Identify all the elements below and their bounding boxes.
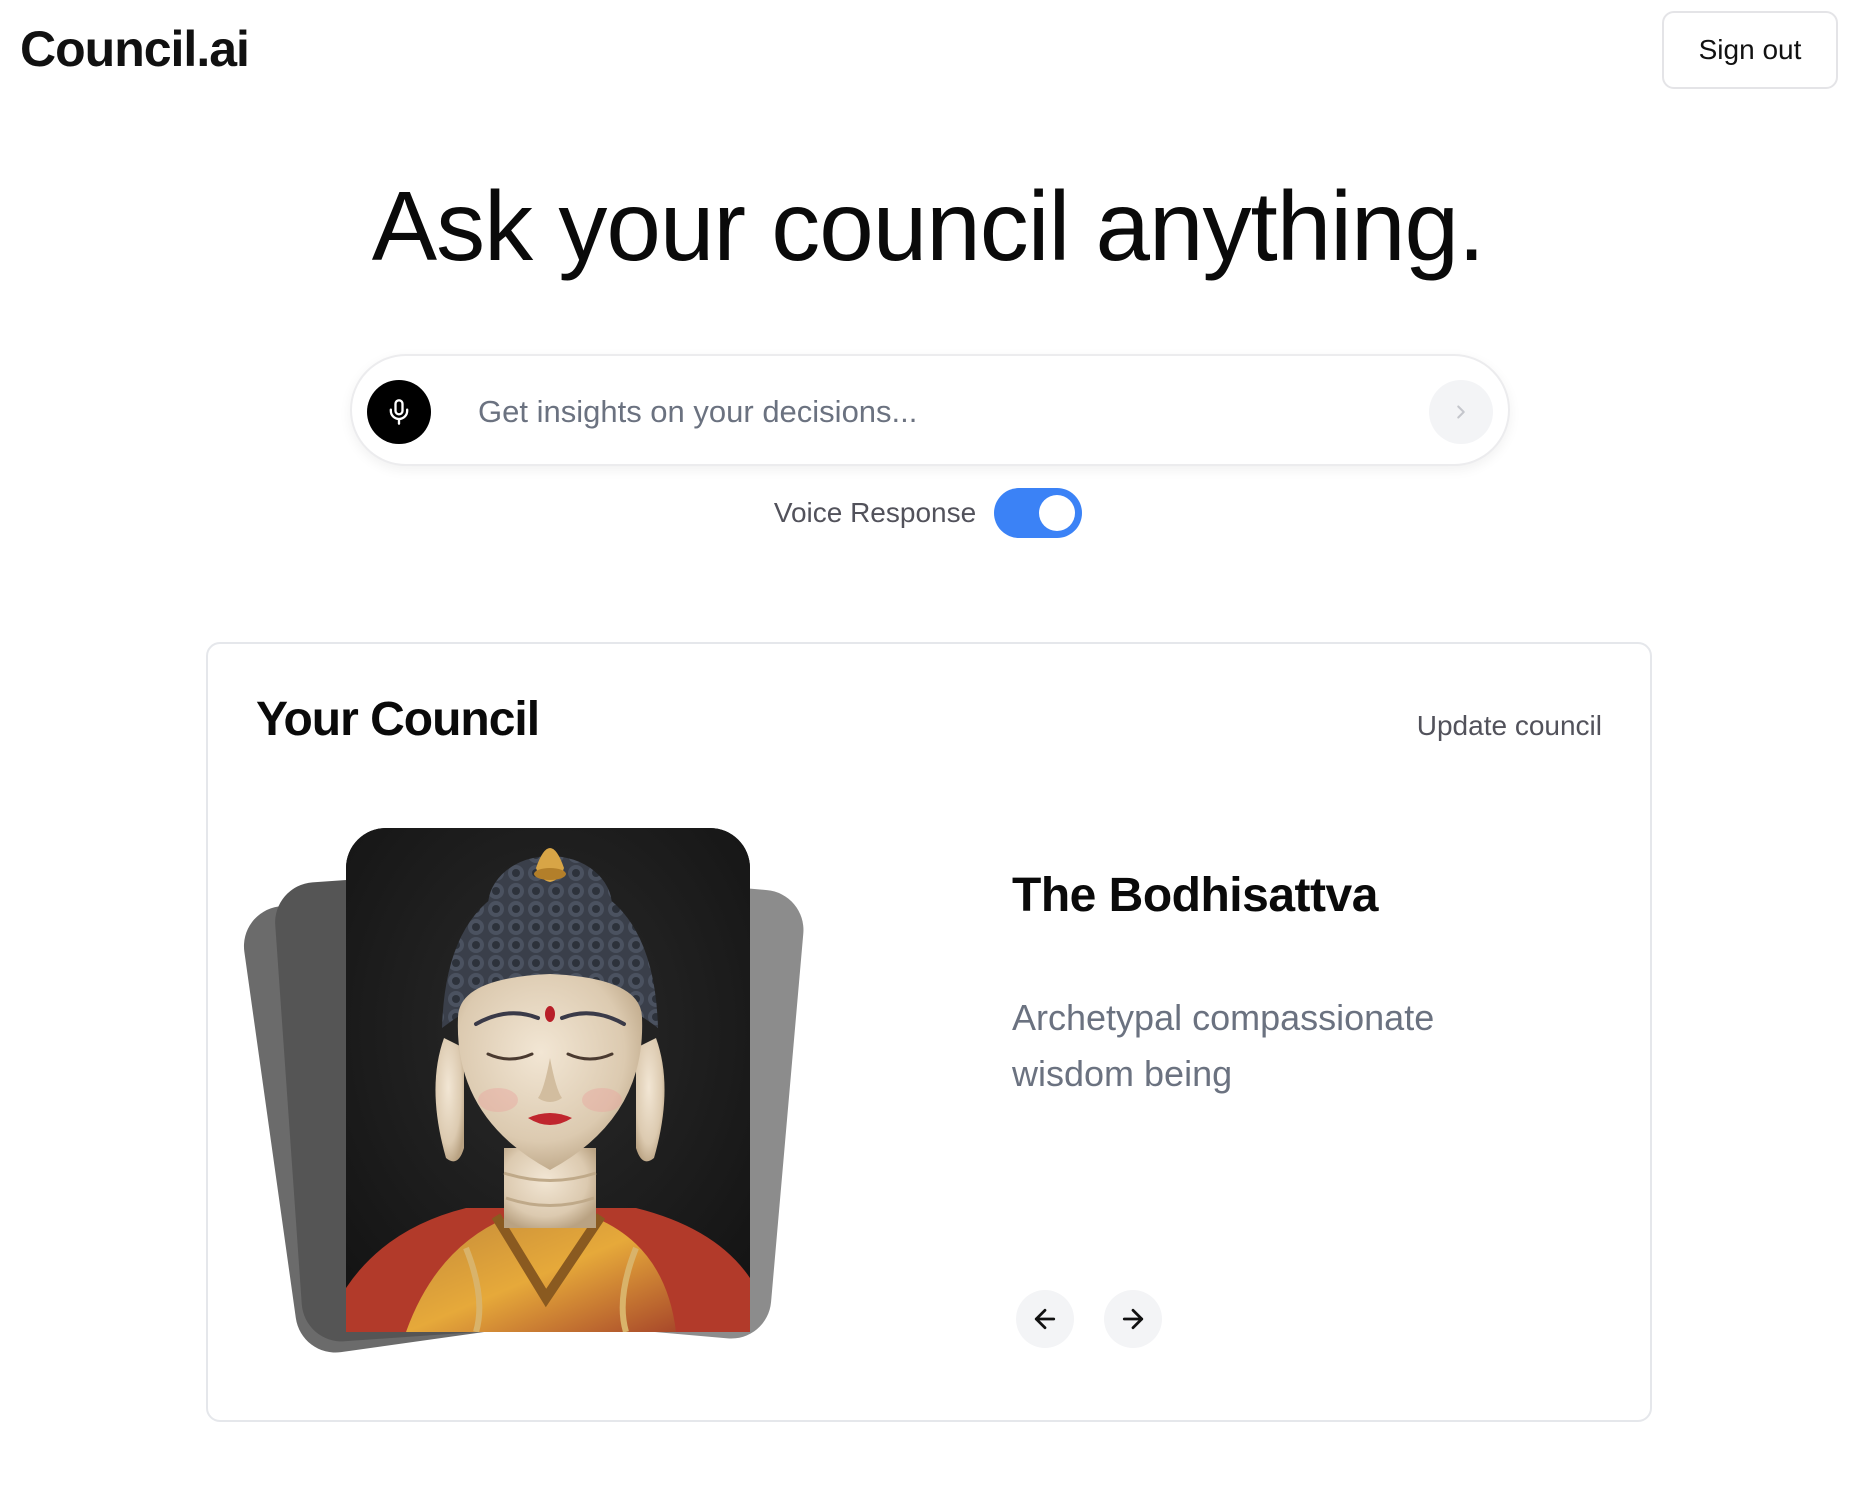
voice-response-toggle[interactable] (994, 488, 1083, 538)
page-headline: Ask your council anything. (371, 171, 1485, 281)
send-button[interactable] (1429, 380, 1493, 444)
arrow-right-icon (1122, 1308, 1144, 1330)
microphone-icon (389, 399, 409, 425)
search-input[interactable] (478, 384, 1358, 440)
voice-response-row: Voice Response (0, 488, 1856, 538)
voice-response-label: Voice Response (773, 497, 977, 528)
council-card: Your Council Update council The Bodhisat… (206, 642, 1652, 1422)
chevron-right-icon (1457, 405, 1465, 419)
search-bar (350, 354, 1510, 466)
page: Council.ai Sign out Ask your council any… (0, 0, 1856, 1486)
bodhisattva-portrait (346, 828, 750, 1332)
sign-out-button[interactable]: Sign out (1662, 11, 1838, 89)
previous-member-button[interactable] (1016, 1290, 1074, 1348)
logo: Council.ai (20, 21, 250, 77)
arrow-left-icon (1034, 1308, 1056, 1330)
toggle-knob (1039, 495, 1076, 531)
council-member-description: Archetypal compassionate wisdom being (1012, 997, 1435, 1094)
next-member-button[interactable] (1104, 1290, 1162, 1348)
council-member-name: The Bodhisattva (1012, 869, 1378, 922)
microphone-button[interactable] (367, 380, 431, 444)
update-council-link[interactable]: Update council (1417, 710, 1602, 742)
council-title: Your Council (256, 693, 540, 746)
council-card-stack[interactable] (238, 824, 818, 1384)
